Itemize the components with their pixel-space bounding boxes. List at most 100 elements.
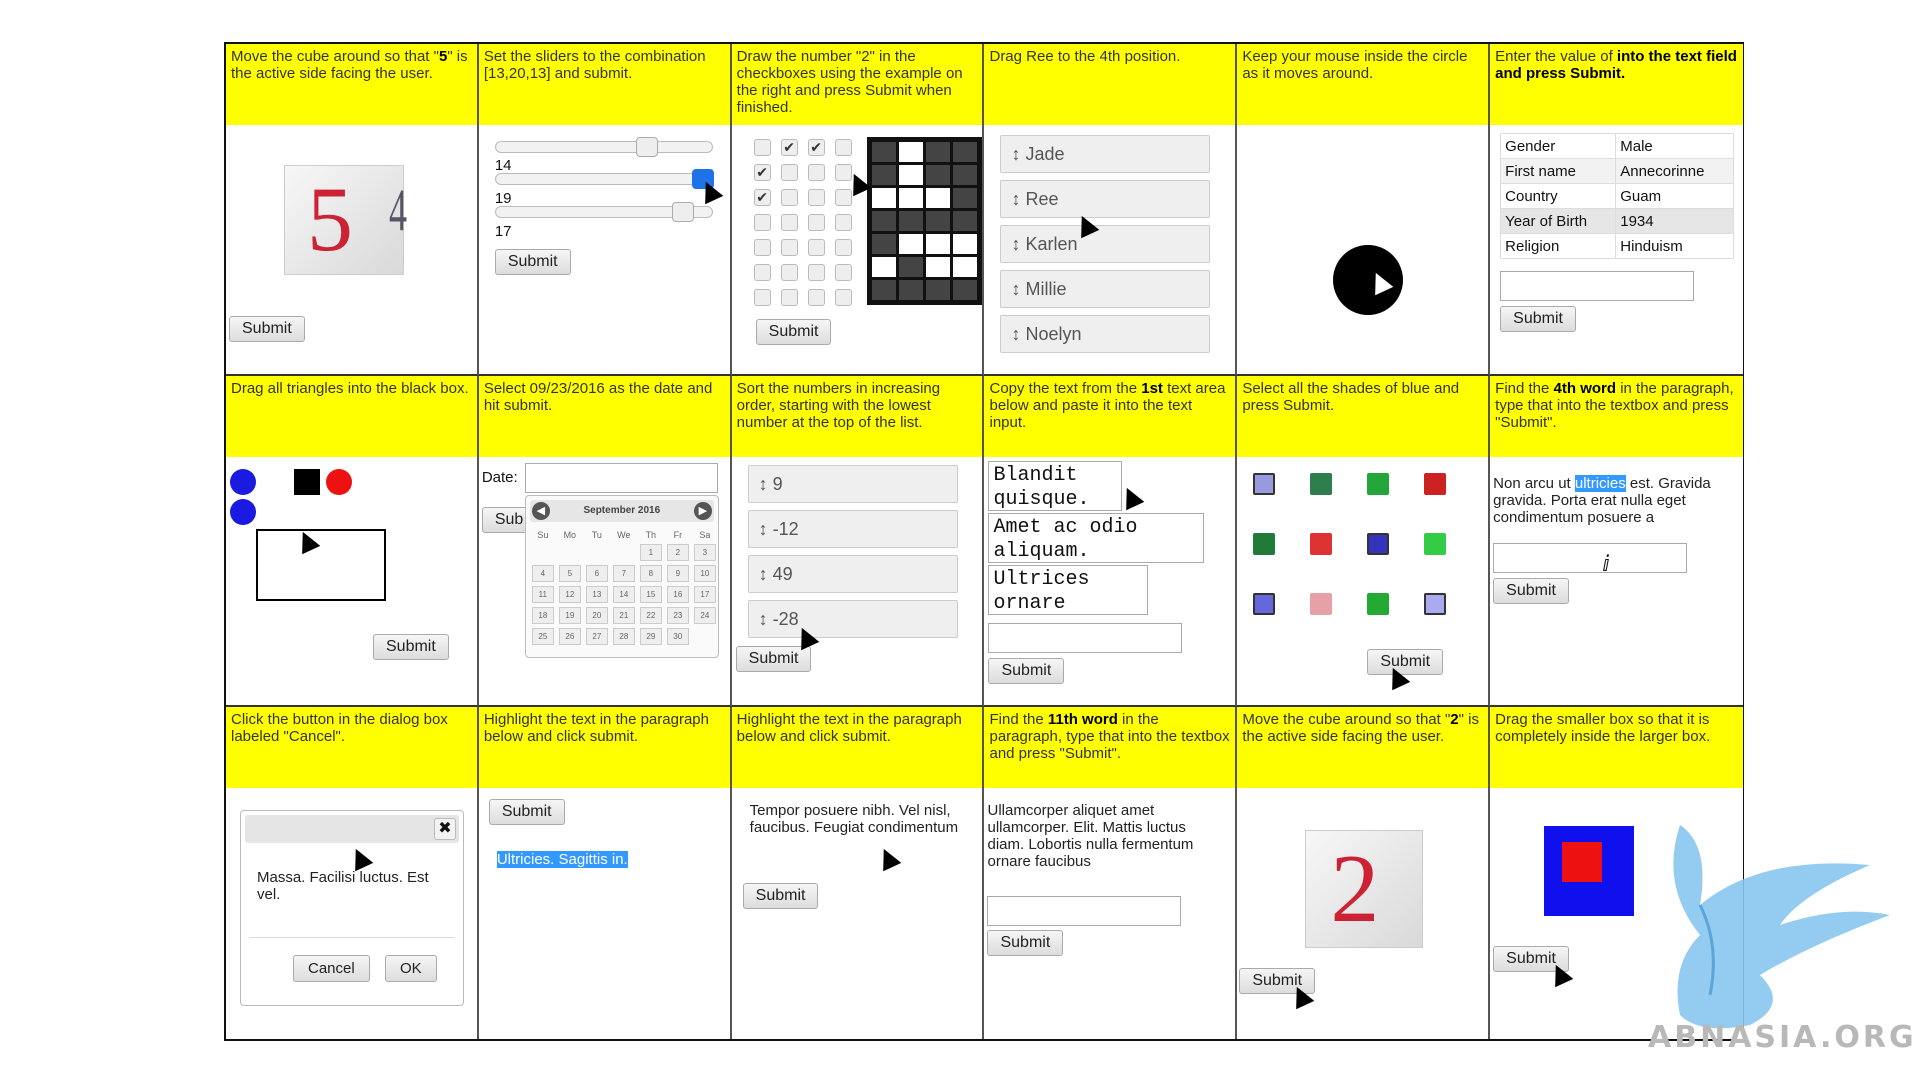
calendar-day[interactable]: 29 xyxy=(639,627,662,645)
calendar-day[interactable]: 18 xyxy=(531,606,554,624)
checkbox[interactable] xyxy=(834,289,852,306)
calendar-day[interactable]: 12 xyxy=(558,585,581,603)
checkbox[interactable] xyxy=(780,164,798,181)
color-square[interactable] xyxy=(1367,472,1390,495)
blue-circle[interactable] xyxy=(230,468,256,495)
checkbox[interactable] xyxy=(807,164,825,181)
ok-button[interactable]: OK xyxy=(385,955,437,983)
rotating-cube[interactable]: 2 xyxy=(1305,830,1424,949)
calendar-day[interactable]: 28 xyxy=(612,627,635,645)
calendar-day[interactable]: 11 xyxy=(531,585,554,603)
checkbox[interactable]: ✔ xyxy=(753,164,771,181)
text-area-2[interactable]: Amet ac odio aliquam. xyxy=(988,512,1205,563)
color-square[interactable] xyxy=(1367,532,1390,555)
checkbox[interactable] xyxy=(753,264,771,281)
next-month-icon[interactable]: ▶ xyxy=(693,501,712,520)
calendar-day[interactable]: 13 xyxy=(585,585,608,603)
calendar-day[interactable]: 21 xyxy=(612,606,635,624)
checkbox[interactable] xyxy=(834,164,852,181)
submit-button[interactable]: Submit xyxy=(373,633,449,660)
calendar-day[interactable]: 24 xyxy=(693,606,716,624)
submit-button[interactable]: Submit xyxy=(488,799,565,826)
calendar-day[interactable]: 17 xyxy=(693,585,716,603)
calendar-day[interactable]: 26 xyxy=(558,627,581,645)
checkbox[interactable] xyxy=(834,214,852,231)
paste-input[interactable] xyxy=(988,622,1183,653)
submit-button[interactable]: Submit xyxy=(229,316,305,342)
calendar-day[interactable]: 20 xyxy=(585,606,608,624)
date-input[interactable] xyxy=(524,462,718,493)
sortable-item[interactable]: ↕ Jade xyxy=(1000,135,1211,173)
color-square[interactable] xyxy=(1310,532,1333,555)
checkbox[interactable] xyxy=(780,264,798,281)
red-circle[interactable] xyxy=(326,468,352,495)
calendar-day[interactable]: 5 xyxy=(558,564,581,582)
checkbox[interactable]: ✔ xyxy=(807,139,825,156)
calendar-day[interactable]: 7 xyxy=(612,564,635,582)
checkbox[interactable] xyxy=(753,139,771,156)
calendar-day[interactable]: 16 xyxy=(666,585,689,603)
date-picker[interactable]: ◀ September 2016 ▶ Su Mo Tu We Th Fr Sa 1 2 3 4 5 6 7… xyxy=(524,494,719,658)
checkbox[interactable] xyxy=(780,189,798,206)
calendar-day[interactable]: 19 xyxy=(558,606,581,624)
calendar-day[interactable]: 23 xyxy=(666,606,689,624)
checkbox[interactable] xyxy=(780,214,798,231)
calendar-day[interactable]: 6 xyxy=(585,564,608,582)
checkbox[interactable] xyxy=(834,239,852,256)
calendar-day[interactable]: 15 xyxy=(639,585,662,603)
calendar-day[interactable]: 25 xyxy=(531,627,554,645)
submit-button[interactable]: Submit xyxy=(1500,306,1576,332)
color-square[interactable] xyxy=(1367,592,1390,615)
cancel-button[interactable]: Cancel xyxy=(293,955,370,983)
checkbox[interactable] xyxy=(753,239,771,256)
sortable-item[interactable]: ↕ -12 xyxy=(747,509,958,548)
calendar-day[interactable]: 14 xyxy=(612,585,635,603)
color-square[interactable] xyxy=(1424,592,1447,615)
calendar-day[interactable]: 4 xyxy=(531,564,554,582)
submit-button[interactable]: Submit xyxy=(987,930,1064,957)
checkbox[interactable] xyxy=(807,214,825,231)
checkbox[interactable]: ✔ xyxy=(780,139,798,156)
slider-thumb[interactable] xyxy=(671,202,694,222)
checkbox[interactable] xyxy=(780,289,798,306)
submit-button[interactable]: Submit xyxy=(742,883,819,910)
drop-box[interactable] xyxy=(256,528,386,601)
sortable-item[interactable]: ↕ 9 xyxy=(747,464,958,503)
text-area-3[interactable]: Ultrices ornare xyxy=(988,564,1149,615)
text-area-1[interactable]: Blandit quisque. xyxy=(988,460,1123,511)
color-square[interactable] xyxy=(1253,472,1276,495)
submit-button[interactable]: Submit xyxy=(1493,577,1569,604)
close-icon[interactable]: ✖ xyxy=(434,818,456,841)
sortable-item[interactable]: ↕ 49 xyxy=(747,554,958,593)
checkbox[interactable] xyxy=(753,214,771,231)
dialog-titlebar[interactable]: ✖ xyxy=(245,815,459,844)
slider-thumb[interactable] xyxy=(635,137,658,157)
color-square[interactable] xyxy=(1310,472,1333,495)
prev-month-icon[interactable]: ◀ xyxy=(531,501,550,520)
checkbox[interactable] xyxy=(753,289,771,306)
sortable-item[interactable]: ↕ Noelyn xyxy=(1000,315,1211,353)
slider-2[interactable] xyxy=(494,169,714,189)
slider-1[interactable] xyxy=(494,137,713,157)
calendar-day[interactable]: 27 xyxy=(585,627,608,645)
submit-button[interactable]: Submit xyxy=(494,249,571,275)
calendar-day[interactable]: 1 xyxy=(639,543,662,561)
calendar-day[interactable]: 3 xyxy=(693,543,716,561)
checkbox[interactable] xyxy=(834,139,852,156)
paragraph[interactable]: Tempor posuere nibh. Vel nisl, faucibus.… xyxy=(750,802,976,836)
checkbox[interactable] xyxy=(834,264,852,281)
checkbox[interactable] xyxy=(834,189,852,206)
submit-button[interactable]: Submit xyxy=(755,319,832,345)
sortable-item[interactable]: ↕ Millie xyxy=(1000,270,1211,308)
paragraph[interactable]: Ultricies. Sagittis in. xyxy=(496,851,628,869)
color-square[interactable] xyxy=(1424,472,1447,495)
checkbox[interactable]: ✔ xyxy=(753,189,771,206)
checkbox[interactable] xyxy=(807,264,825,281)
calendar-day[interactable]: 8 xyxy=(639,564,662,582)
calendar-day[interactable]: 30 xyxy=(666,627,689,645)
calendar-day[interactable]: 10 xyxy=(693,564,716,582)
sortable-item[interactable]: ↕ -28 xyxy=(747,599,958,638)
checkbox[interactable] xyxy=(807,189,825,206)
blue-circle[interactable] xyxy=(230,498,256,525)
color-square[interactable] xyxy=(1310,592,1333,615)
